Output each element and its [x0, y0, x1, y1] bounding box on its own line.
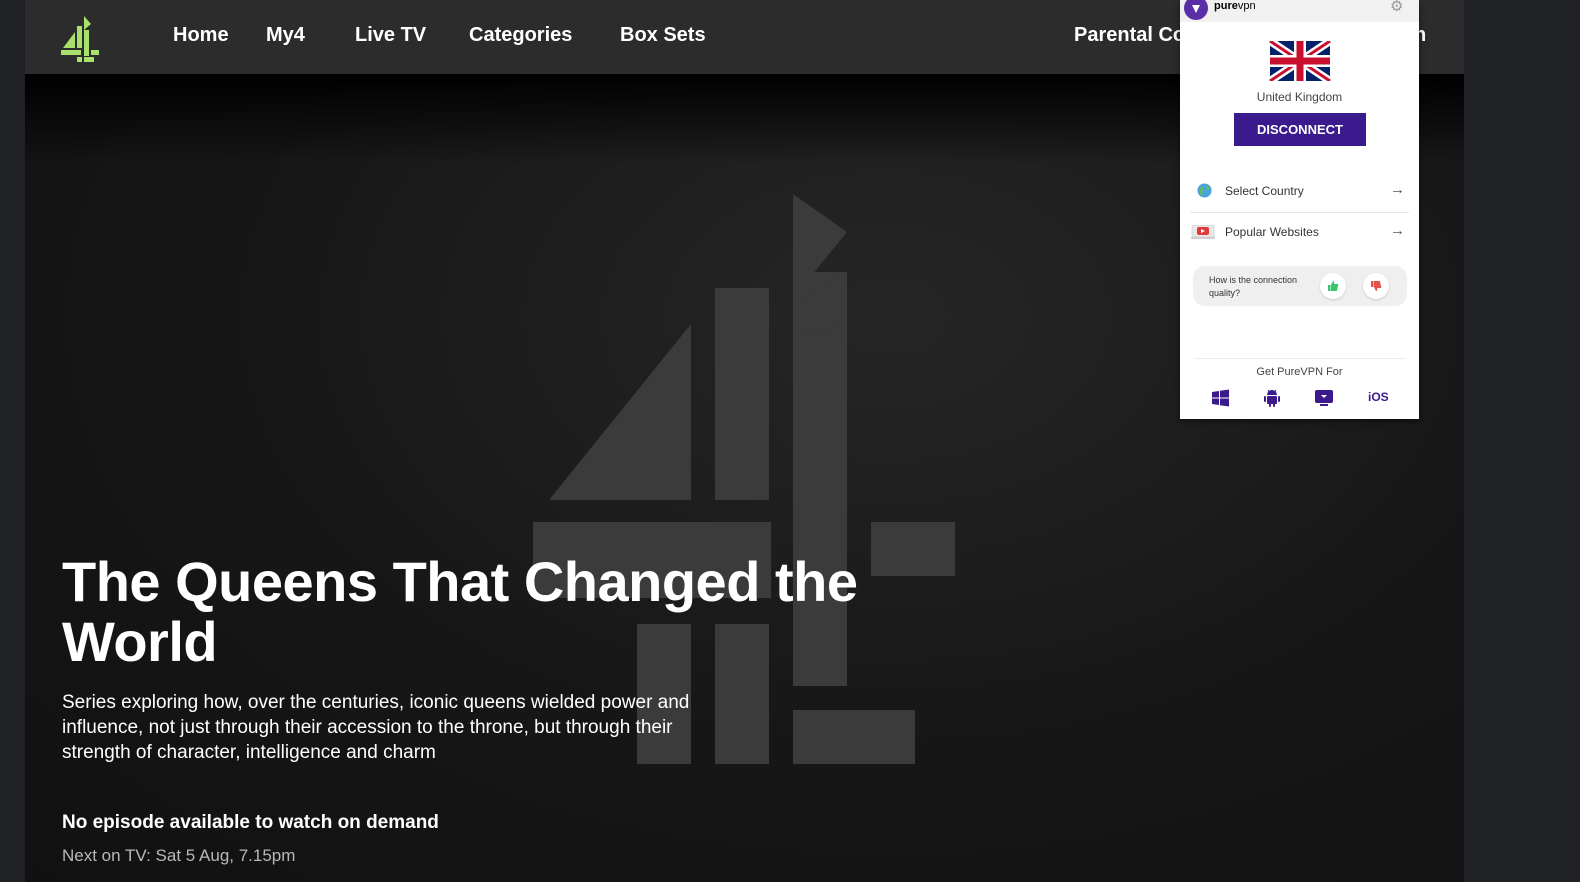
availability-status: No episode available to watch on demand — [62, 812, 439, 833]
connection-feedback: How is the connection quality? — [1193, 266, 1407, 306]
thumbs-up-button[interactable] — [1320, 273, 1346, 299]
nav-my4[interactable]: My4 — [266, 24, 305, 47]
windows-icon[interactable] — [1211, 389, 1231, 407]
nav-box-sets[interactable]: Box Sets — [620, 24, 706, 47]
nav-parental-controls[interactable]: Parental Co — [1074, 24, 1185, 47]
purevpn-popup: purevpn ⚙ United Kingdom DISCONNECT Sele… — [1180, 0, 1419, 419]
divider — [1194, 358, 1406, 359]
show-title: The Queens That Changed the World — [62, 550, 858, 673]
arrow-right-icon: → — [1390, 181, 1405, 198]
nav-categories[interactable]: Categories — [469, 24, 572, 47]
feedback-question: How is the connection quality? — [1209, 275, 1298, 298]
monitor-icon[interactable] — [1314, 389, 1334, 407]
nav-home[interactable]: Home — [173, 24, 229, 47]
show-description: Series exploring how, over the centuries… — [62, 692, 690, 763]
thumbs-down-icon — [1371, 281, 1382, 291]
select-country-label: Select Country — [1225, 184, 1304, 198]
connected-country: United Kingdom — [1256, 90, 1343, 104]
select-country-item[interactable]: Select Country → — [1180, 171, 1419, 211]
channel-4-background-logo — [533, 194, 955, 764]
uk-flag-icon — [1269, 41, 1331, 81]
thumbs-down-button[interactable] — [1363, 273, 1389, 299]
android-icon[interactable] — [1262, 389, 1282, 407]
globe-icon — [1197, 183, 1212, 198]
get-purevpn-for: Get PureVPN For — [1256, 366, 1343, 378]
thumbs-up-icon — [1328, 281, 1339, 291]
video-icon — [1191, 225, 1215, 239]
purevpn-logo-icon — [1184, 0, 1208, 20]
vpn-header: purevpn ⚙ — [1180, 0, 1419, 22]
vpn-brand: purevpn — [1214, 0, 1256, 12]
ios-link[interactable]: iOS — [1368, 390, 1389, 404]
next-on-tv: Next on TV: Sat 5 Aug, 7.15pm — [62, 846, 296, 865]
channel-4-logo[interactable] — [61, 14, 101, 62]
popular-websites-label: Popular Websites — [1225, 225, 1319, 239]
gear-icon[interactable]: ⚙ — [1390, 0, 1403, 15]
nav-live-tv[interactable]: Live TV — [355, 24, 426, 47]
disconnect-button[interactable]: DISCONNECT — [1234, 113, 1366, 146]
arrow-right-icon: → — [1390, 222, 1405, 239]
popular-websites-item[interactable]: Popular Websites → — [1180, 212, 1419, 252]
